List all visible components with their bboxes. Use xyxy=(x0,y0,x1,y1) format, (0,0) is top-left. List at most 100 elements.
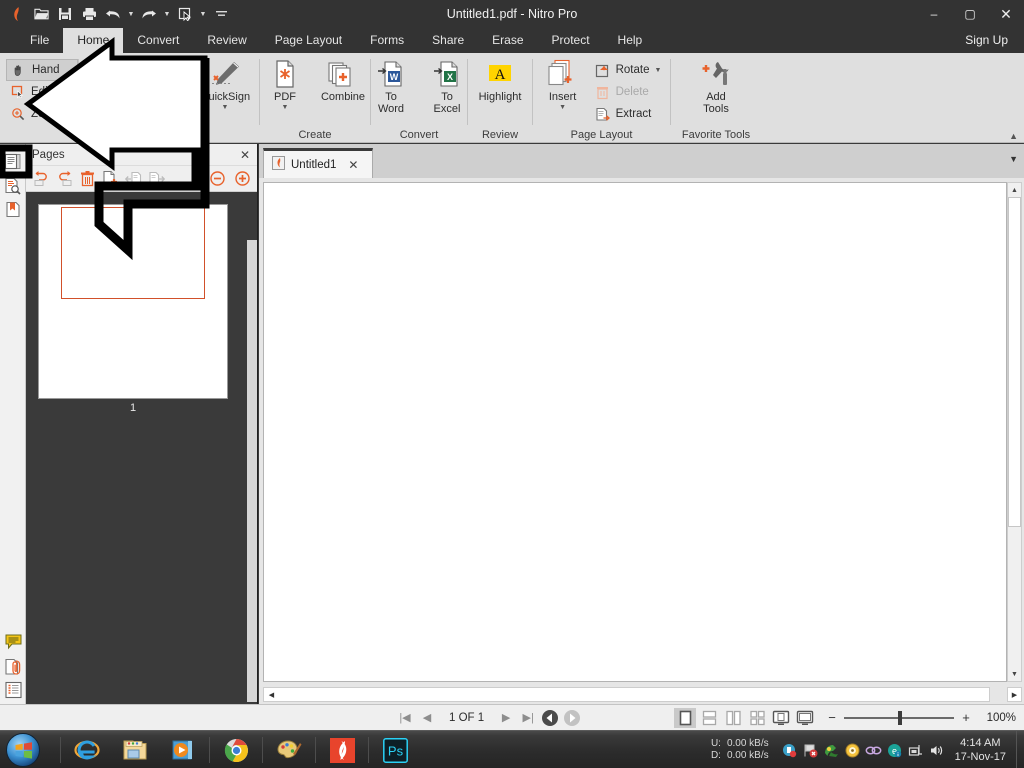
next-view-button[interactable] xyxy=(562,708,582,728)
previous-page-button[interactable]: ◀ xyxy=(417,708,437,728)
facing-view-icon[interactable] xyxy=(722,708,744,728)
recording-tray-icon[interactable] xyxy=(781,742,798,759)
internet-explorer-icon[interactable] xyxy=(63,731,111,768)
facing-continuous-view-icon[interactable] xyxy=(746,708,768,728)
insert-pages-button[interactable]: Insert ▼ xyxy=(537,55,589,111)
print-icon[interactable] xyxy=(78,3,100,25)
document-tab-list-icon[interactable]: ▼ xyxy=(1009,154,1018,164)
document-horizontal-scrollbar[interactable]: ◀ xyxy=(263,687,990,702)
taskbar-clock[interactable]: 4:14 AM 17-Nov-17 xyxy=(951,736,1016,764)
vertical-scroll-thumb[interactable] xyxy=(1008,197,1021,527)
next-page-button[interactable]: ▶ xyxy=(496,708,516,728)
photoshop-icon[interactable]: Ps xyxy=(371,731,419,768)
close-button[interactable]: ✕ xyxy=(988,0,1024,28)
scroll-down-icon[interactable]: ▼ xyxy=(1008,667,1021,681)
network-speed-indicator[interactable]: U: D: 0.00 kB/s 0.00 kB/s xyxy=(711,738,775,762)
save-icon[interactable] xyxy=(54,3,76,25)
zoom-slider-thumb[interactable] xyxy=(898,710,902,725)
zoom-dropdown-caret-icon[interactable]: ▼ xyxy=(65,111,72,118)
nitro-pro-icon[interactable] xyxy=(318,731,366,768)
pdf-page-canvas[interactable] xyxy=(263,182,1007,682)
tab-help[interactable]: Help xyxy=(604,28,657,53)
zoom-tool-button[interactable]: Zoom ▼ xyxy=(6,103,78,125)
tab-erase[interactable]: Erase xyxy=(478,28,537,53)
redo-dropdown-caret-icon[interactable]: ▼ xyxy=(162,3,172,25)
page-thumbnail[interactable] xyxy=(38,204,228,399)
zoom-out-button[interactable]: − xyxy=(826,710,838,725)
to-word-button[interactable]: W To Word xyxy=(363,55,419,115)
insert-pages-caret-icon[interactable]: ▼ xyxy=(559,104,566,111)
media-player-icon[interactable] xyxy=(159,731,207,768)
document-tab-untitled1[interactable]: Untitled1 ✕ xyxy=(263,148,373,178)
pages-zoom-out-button[interactable] xyxy=(206,168,228,190)
volume-tray-icon[interactable] xyxy=(928,742,945,759)
tab-convert[interactable]: Convert xyxy=(123,28,193,53)
tab-file[interactable]: File xyxy=(16,28,63,53)
replace-page-icon[interactable] xyxy=(145,168,167,190)
attachments-panel-icon[interactable] xyxy=(0,654,26,678)
undo-dropdown-caret-icon[interactable]: ▼ xyxy=(126,3,136,25)
edit-tool-button[interactable]: Edit xyxy=(6,81,78,103)
tab-protect[interactable]: Protect xyxy=(538,28,604,53)
select-dropdown-caret-icon[interactable]: ▼ xyxy=(198,3,208,25)
show-desktop-button[interactable] xyxy=(1016,731,1024,768)
to-excel-button[interactable]: X To Excel xyxy=(419,55,475,115)
highlight-button[interactable]: A Highlight xyxy=(470,55,530,103)
quicksign-button[interactable]: QuickSign ▼ xyxy=(194,55,256,111)
pages-zoom-in-button[interactable] xyxy=(231,168,253,190)
tab-page-layout[interactable]: Page Layout xyxy=(261,28,356,53)
minimize-button[interactable]: – xyxy=(916,0,952,28)
quicksign-caret-icon[interactable]: ▼ xyxy=(222,104,229,111)
comments-panel-icon[interactable] xyxy=(0,630,26,654)
scroll-corner-button[interactable]: ▶ xyxy=(1007,687,1022,702)
pages-panel-icon[interactable] xyxy=(0,150,26,174)
zoom-in-button[interactable]: + xyxy=(960,710,972,725)
pages-panel-scrollbar[interactable] xyxy=(247,240,257,702)
rotate-left-icon[interactable] xyxy=(30,168,52,190)
link-tray-icon[interactable] xyxy=(865,742,882,759)
fit-page-icon[interactable] xyxy=(770,708,792,728)
sign-up-link[interactable]: Sign Up xyxy=(965,28,1008,53)
start-orb-icon[interactable] xyxy=(6,733,40,767)
collapse-ribbon-icon[interactable]: ▲ xyxy=(1009,131,1018,141)
tab-review[interactable]: Review xyxy=(193,28,260,53)
scroll-left-icon[interactable]: ◀ xyxy=(264,688,279,701)
single-page-view-icon[interactable] xyxy=(674,707,696,728)
page-thumbnail-area[interactable]: 1 xyxy=(26,192,257,702)
scroll-up-icon[interactable]: ▲ xyxy=(1008,183,1021,197)
layers-panel-icon[interactable] xyxy=(0,678,26,702)
extract-pages-button[interactable]: Extract xyxy=(589,103,667,125)
fit-width-icon[interactable] xyxy=(794,708,816,728)
network-tray-icon[interactable] xyxy=(907,742,924,759)
paint-icon[interactable] xyxy=(265,731,313,768)
continuous-view-icon[interactable] xyxy=(698,708,720,728)
hand-tool-button[interactable]: Hand xyxy=(6,59,78,81)
winrar-tray-icon[interactable] xyxy=(823,742,840,759)
select-tool-caret-icon[interactable]: ▼ xyxy=(107,104,114,111)
open-icon[interactable] xyxy=(30,3,52,25)
tab-share[interactable]: Share xyxy=(418,28,478,53)
daemon-tools-tray-icon[interactable] xyxy=(844,742,861,759)
add-tools-button[interactable]: Add Tools xyxy=(684,55,748,115)
tab-home[interactable]: Home xyxy=(63,28,124,53)
create-pdf-button[interactable]: PDF ▼ xyxy=(257,55,313,111)
last-page-button[interactable]: ▶| xyxy=(518,708,538,728)
customize-qat-icon[interactable] xyxy=(210,3,232,25)
type-text-button[interactable]: T Type Text xyxy=(138,55,194,115)
create-pdf-caret-icon[interactable]: ▼ xyxy=(282,104,289,111)
zoom-slider-track[interactable] xyxy=(844,710,954,725)
thumbnail-viewport-rect[interactable] xyxy=(61,207,205,299)
tab-forms[interactable]: Forms xyxy=(356,28,418,53)
google-chrome-icon[interactable] xyxy=(212,731,260,768)
select-tool-ribbon-button[interactable]: Select ▼ xyxy=(82,55,138,111)
file-explorer-icon[interactable] xyxy=(111,731,159,768)
delete-pages-button[interactable]: Delete xyxy=(589,81,667,103)
delete-page-icon[interactable] xyxy=(76,168,98,190)
previous-view-button[interactable] xyxy=(540,708,560,728)
bookmarks-panel-icon[interactable] xyxy=(0,198,26,222)
rotate-caret-icon[interactable]: ▼ xyxy=(654,67,661,74)
redo-icon[interactable] xyxy=(138,3,160,25)
insert-page-icon[interactable] xyxy=(99,168,121,190)
first-page-button[interactable]: |◀ xyxy=(395,708,415,728)
document-vertical-scrollbar[interactable]: ▲ ▼ xyxy=(1007,182,1022,682)
